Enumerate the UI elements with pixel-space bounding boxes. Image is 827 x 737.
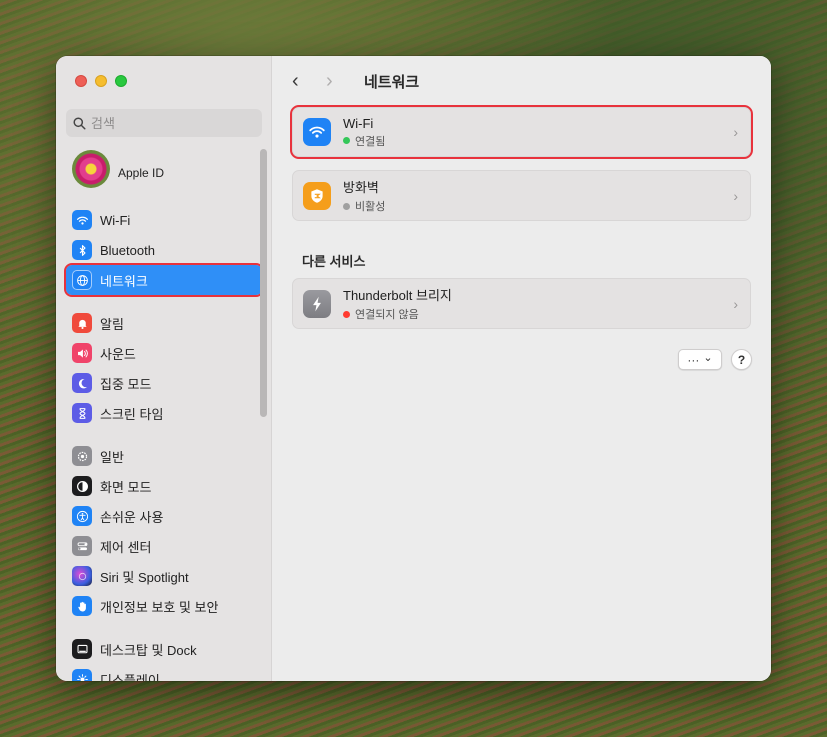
service-text: 방화벽 비활성	[343, 177, 385, 214]
service-firewall[interactable]: 방화벽 비활성 ›	[292, 170, 751, 221]
sidebar-item-label: 집중 모드	[100, 376, 152, 392]
sidebar-item-desktop-dock[interactable]: 데스크탑 및 Dock	[66, 634, 262, 664]
more-actions-button[interactable]: ··· ⌄	[678, 349, 722, 370]
apple-id-label: Apple ID	[118, 166, 165, 180]
siri-icon	[72, 566, 92, 586]
sidebar-item-focus[interactable]: 집중 모드	[66, 368, 262, 398]
back-button[interactable]: ‹	[292, 70, 306, 93]
service-name: Wi-Fi	[343, 115, 374, 131]
sidebar-group-desktop: 데스크탑 및 Dock 디스플레이	[66, 634, 262, 681]
sidebar-item-notifications[interactable]: 알림	[66, 308, 262, 338]
service-thunderbolt-bridge[interactable]: Thunderbolt 브리지 연결되지 않음 ›	[292, 278, 751, 329]
sidebar-item-accessibility[interactable]: 손쉬운 사용	[66, 501, 262, 531]
sidebar-item-label: 화면 모드	[100, 479, 152, 495]
chevron-right-icon: ›	[733, 124, 738, 140]
status-text: 연결됨	[355, 135, 386, 148]
status-text: 연결되지 않음	[355, 309, 419, 321]
window-controls	[75, 75, 127, 87]
sidebar-item-label: 알림	[100, 316, 124, 332]
speaker-icon	[72, 343, 92, 363]
chevron-right-icon: ›	[733, 295, 738, 312]
service-status: 연결되지 않음	[343, 306, 452, 322]
sidebar-group-connectivity: Wi-Fi Bluetooth 네트워크	[64, 205, 264, 297]
hourglass-icon	[72, 403, 92, 423]
sidebar-item-label: 디스플레이	[100, 672, 160, 682]
sidebar-item-label: 일반	[100, 449, 124, 465]
sidebar-item-privacy[interactable]: 개인정보 보호 및 보안	[66, 591, 262, 621]
sidebar-item-label: Siri 및 Spotlight	[100, 569, 189, 585]
sidebar-item-appearance[interactable]: 화면 모드	[66, 471, 262, 501]
sidebar-item-screen-time[interactable]: 스크린 타임	[66, 398, 262, 428]
sidebar-group-notifications: 알림 사운드 집중 모드 스크린 타임	[66, 308, 262, 428]
sidebar-item-label: Bluetooth	[100, 242, 155, 258]
hand-icon	[72, 596, 92, 616]
service-status: 연결됨	[343, 133, 385, 149]
sidebar-item-label: 손쉬운 사용	[100, 509, 164, 525]
sidebar-item-label: 개인정보 보호 및 보안	[100, 599, 219, 615]
sidebar-item-siri[interactable]: Siri 및 Spotlight	[66, 561, 262, 591]
zoom-button[interactable]	[115, 75, 127, 87]
status-dot	[343, 202, 350, 210]
chevron-right-icon: ›	[733, 187, 738, 204]
bluetooth-icon	[72, 240, 92, 260]
wifi-icon	[72, 210, 92, 230]
service-name: Thunderbolt 브리지	[343, 288, 452, 303]
gear-icon	[72, 446, 92, 466]
control-center-icon	[72, 536, 92, 556]
close-button[interactable]	[75, 75, 87, 87]
service-name: 방화벽	[343, 180, 379, 195]
accessibility-icon	[72, 506, 92, 526]
moon-icon	[72, 373, 92, 393]
service-wifi[interactable]: Wi-Fi 연결됨 ›	[290, 105, 753, 159]
main-content: ‹ › 네트워크 Wi-Fi 연결됨 › 방화벽 비활성 › 다른 서비스 Th…	[272, 56, 771, 681]
toolbar: ‹ › 네트워크	[292, 70, 419, 93]
other-services-heading: 다른 서비스	[302, 254, 366, 269]
help-button[interactable]: ?	[731, 349, 752, 370]
service-text: Thunderbolt 브리지 연결되지 않음	[343, 285, 452, 322]
sidebar-item-control-center[interactable]: 제어 센터	[66, 531, 262, 561]
sidebar-item-label: 데스크탑 및 Dock	[100, 642, 197, 658]
sidebar-item-label: 네트워크	[100, 273, 148, 289]
sidebar-scrollbar[interactable]	[260, 149, 267, 417]
search-input[interactable]	[91, 115, 251, 131]
dock-icon	[72, 639, 92, 659]
firewall-icon	[303, 181, 331, 210]
ellipsis-icon: ···	[687, 352, 700, 367]
forward-button[interactable]: ›	[326, 70, 340, 93]
sidebar-item-label: 제어 센터	[100, 539, 152, 555]
minimize-button[interactable]	[95, 75, 107, 87]
sidebar-item-label: Wi-Fi	[100, 212, 131, 228]
sidebar-item-displays[interactable]: 디스플레이	[66, 664, 262, 681]
status-dot	[343, 310, 350, 318]
service-status: 비활성	[343, 198, 385, 214]
sidebar-item-label: 스크린 타임	[100, 406, 164, 422]
sidebar-item-sound[interactable]: 사운드	[66, 338, 262, 368]
system-settings-window: Apple ID Wi-Fi Bluetooth 네트워크	[56, 56, 771, 681]
sidebar-item-bluetooth[interactable]: Bluetooth	[66, 235, 262, 265]
bell-icon	[72, 313, 92, 333]
wifi-icon	[303, 118, 331, 146]
status-text: 비활성	[355, 201, 386, 213]
sidebar-group-general: 일반 화면 모드 손쉬운 사용 제어 센터 Siri 및 Spotlight 개…	[66, 441, 262, 621]
appearance-icon	[72, 476, 92, 496]
chevron-down-icon: ⌄	[703, 352, 713, 364]
status-dot	[343, 137, 350, 144]
apple-id-item[interactable]: Apple ID	[72, 150, 164, 188]
sidebar-item-label: 사운드	[100, 346, 136, 362]
service-text: Wi-Fi 연결됨	[343, 116, 385, 149]
sidebar-item-network[interactable]: 네트워크	[64, 263, 264, 297]
globe-icon	[72, 270, 92, 290]
sidebar-item-wifi[interactable]: Wi-Fi	[66, 205, 262, 235]
thunderbolt-icon	[303, 289, 331, 318]
sidebar: Apple ID Wi-Fi Bluetooth 네트워크	[56, 56, 272, 681]
page-title: 네트워크	[364, 74, 420, 91]
display-icon	[72, 669, 92, 681]
sidebar-item-general[interactable]: 일반	[66, 441, 262, 471]
avatar	[72, 150, 110, 188]
search-icon	[73, 116, 86, 130]
search-field[interactable]	[66, 109, 262, 137]
